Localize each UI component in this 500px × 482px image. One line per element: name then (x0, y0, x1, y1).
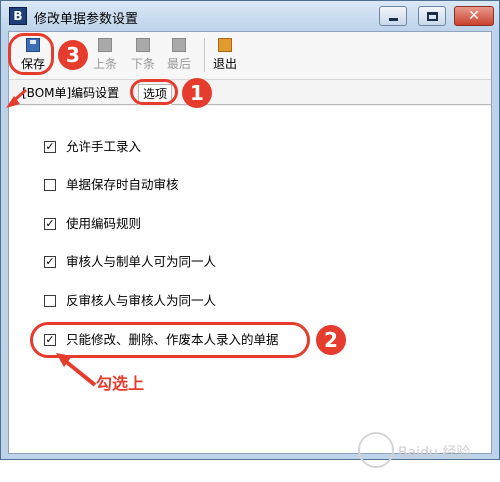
checkbox[interactable]: ✓ (44, 256, 56, 268)
exit-button[interactable]: 退出 (205, 36, 245, 76)
close-button[interactable]: ✕ (454, 6, 494, 26)
window-title: 修改单据参数设置 (34, 12, 139, 27)
save-label: 保存 (20, 57, 45, 71)
options-panel: ✓ 允许手工录入 单据保存时自动审核 ✓ 使用编码规则 ✓ 审核人与制单人可为同… (9, 106, 491, 453)
prev-label: 上条 (92, 57, 117, 71)
last-icon (172, 38, 186, 52)
checkbox[interactable] (44, 179, 56, 191)
option-label: 使用编码规则 (66, 216, 142, 231)
save-icon (26, 38, 40, 52)
tab-bom-code-settings[interactable]: [BOM单]编码设置 (18, 84, 123, 105)
minimize-button[interactable] (379, 6, 407, 26)
next-label: 下条 (130, 57, 155, 71)
exit-label: 退出 (212, 57, 237, 71)
tab-options[interactable]: 选项 (138, 84, 173, 105)
checkbox[interactable]: ✓ (44, 218, 56, 230)
maximize-button[interactable] (418, 6, 446, 26)
watermark: Baidu 经验 (350, 428, 490, 478)
next-record-button[interactable]: 下条 (123, 36, 163, 76)
checkbox[interactable]: ✓ (44, 141, 56, 153)
option-label: 审核人与制单人可为同一人 (66, 254, 217, 269)
prev-icon (98, 38, 112, 52)
minimize-icon (389, 18, 398, 21)
next-icon (136, 38, 150, 52)
checkbox[interactable] (44, 295, 56, 307)
paw-logo-icon (358, 432, 394, 468)
option-label: 单据保存时自动审核 (66, 177, 179, 192)
app-icon: B (9, 7, 27, 25)
exit-icon (218, 38, 232, 52)
option-label: 只能修改、删除、作废本人录入的单据 (66, 332, 279, 347)
toolbar: 保存 上条 下条 最后 退出 (9, 32, 491, 80)
dialog-window: B 修改单据参数设置 ✕ 保存 上条 下条 最后 退出 [BOM单]编码设置 选… (0, 0, 500, 460)
last-record-button[interactable]: 最后 (159, 36, 199, 76)
watermark-text: Baidu 经验 (398, 445, 471, 461)
option-label: 反审核人与审核人为同一人 (66, 293, 217, 308)
option-label: 允许手工录入 (66, 139, 142, 154)
last-label: 最后 (166, 57, 191, 71)
maximize-icon (427, 12, 438, 21)
close-icon: ✕ (468, 8, 480, 24)
tab-strip: [BOM单]编码设置 选项 (9, 81, 491, 105)
title-bar[interactable]: B 修改单据参数设置 ✕ (1, 1, 499, 31)
prev-record-button[interactable]: 上条 (85, 36, 125, 76)
checkbox[interactable]: ✓ (44, 334, 56, 346)
dialog-client: 保存 上条 下条 最后 退出 [BOM单]编码设置 选项 ✓ 允许手工录入 单据… (8, 31, 492, 454)
save-button[interactable]: 保存 (13, 36, 53, 76)
